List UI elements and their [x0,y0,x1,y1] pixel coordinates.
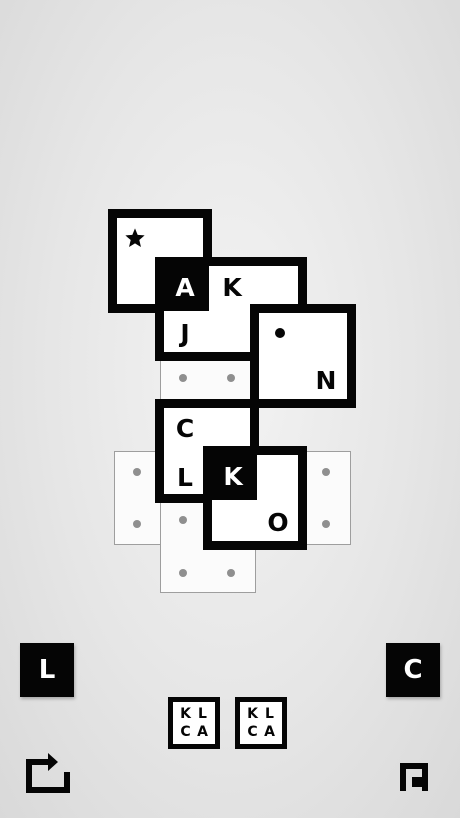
slot-dot [227,374,235,382]
tile-letter: J [180,318,190,348]
tile-letter: C [175,413,195,443]
goal-card: K L C A [235,697,287,749]
slot-dot [227,569,235,577]
tile-letter: L [177,462,193,492]
corner-menu-icon[interactable] [400,763,428,791]
tile-letter: A [161,263,209,311]
goal-letter: C [180,724,191,740]
tile-letter: K [209,452,257,500]
tile-letter: N [315,365,337,395]
goal-letter: L [198,706,207,722]
goal-letter: C [247,724,258,740]
goal-letter: K [180,706,191,722]
slot-dot [179,569,187,577]
goal-letter: L [265,706,274,722]
tile-dot [275,328,285,338]
tile-letter: O [267,507,289,537]
right-letter-button[interactable]: C [386,643,440,697]
goal-letter: A [197,724,208,740]
tile-letter: K [222,272,242,302]
goal-letter: K [247,706,258,722]
slot-dot [133,468,141,476]
empty-slot[interactable] [303,451,351,545]
slot-dot [179,516,187,524]
slot-dot [179,374,187,382]
slot-dot [322,468,330,476]
goal-letter: A [264,724,275,740]
empty-slot[interactable] [160,355,256,401]
left-letter-button[interactable]: L [20,643,74,697]
goal-card: K L C A [168,697,220,749]
star-icon [125,228,145,247]
undo-arrow-icon[interactable] [24,750,72,794]
slot-dot [133,520,141,528]
slot-dot [322,520,330,528]
